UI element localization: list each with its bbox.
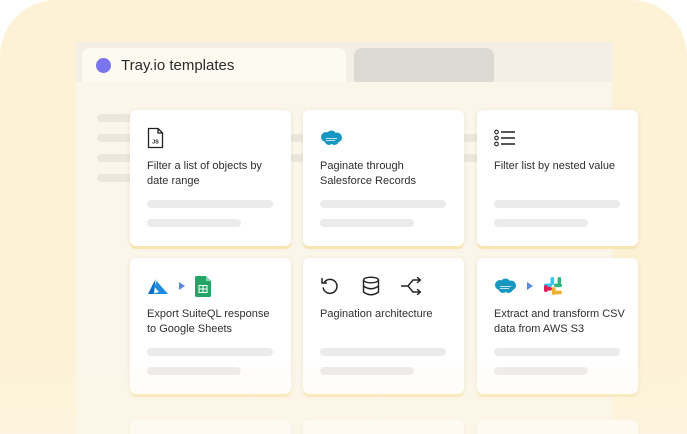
placeholder-line: [147, 219, 241, 227]
arrow-right-icon: [527, 282, 533, 290]
tab-title: Tray.io templates: [121, 56, 235, 74]
template-card[interactable]: Extract and transform CSV data from AWS …: [477, 258, 638, 394]
template-card[interactable]: JS Filter a list of objects by date rang…: [130, 110, 291, 246]
database-icon: [362, 276, 380, 296]
placeholder-line: [494, 200, 620, 208]
card-title: Filter list by nested value: [494, 160, 616, 172]
arrow-right-icon: [179, 282, 185, 290]
card-title: Pagination architecture: [320, 308, 433, 320]
placeholder-line: [494, 219, 588, 227]
placeholder-line: [494, 367, 588, 375]
template-card-partial[interactable]: [477, 420, 638, 434]
branch-icon: [401, 277, 422, 295]
template-card-partial[interactable]: [130, 420, 291, 434]
template-card-partial[interactable]: [303, 420, 464, 434]
placeholder-line: [320, 200, 446, 208]
tab-tray-templates[interactable]: Tray.io templates: [82, 48, 346, 82]
google-sheets-icon: [195, 275, 211, 297]
template-card[interactable]: Export SuiteQL response to Google Sheets: [130, 258, 291, 394]
tab-placeholder[interactable]: [354, 48, 494, 82]
placeholder-line: [147, 367, 241, 375]
template-card[interactable]: Filter list by nested value: [477, 110, 638, 246]
template-card[interactable]: Paginate through Salesforce Records: [303, 110, 464, 246]
placeholder-line: [320, 219, 414, 227]
sidebar-placeholder-line: [97, 134, 133, 142]
card-title: Extract and transform CSV data from AWS …: [494, 308, 625, 335]
card-title: Filter a list of objects by date range: [147, 160, 262, 187]
list-icon: [494, 129, 515, 147]
placeholder-line: [494, 348, 620, 356]
javascript-file-icon: JS: [147, 127, 164, 149]
salesforce-icon: [495, 278, 516, 293]
svg-text:JS: JS: [152, 140, 159, 146]
slack-icon: [544, 277, 562, 295]
card-title: Export SuiteQL response to Google Sheets: [147, 308, 270, 335]
placeholder-line: [147, 348, 273, 356]
card-title: Paginate through Salesforce Records: [320, 160, 416, 187]
azure-icon: [148, 278, 168, 294]
placeholder-line: [147, 200, 273, 208]
template-card[interactable]: Pagination architecture: [303, 258, 464, 394]
placeholder-line: [320, 348, 446, 356]
placeholder-line: [320, 367, 414, 375]
tab-bar: Tray.io templates: [76, 42, 612, 82]
salesforce-icon: [321, 130, 342, 145]
tab-dot-icon: [96, 57, 111, 73]
loop-icon: [321, 277, 338, 295]
